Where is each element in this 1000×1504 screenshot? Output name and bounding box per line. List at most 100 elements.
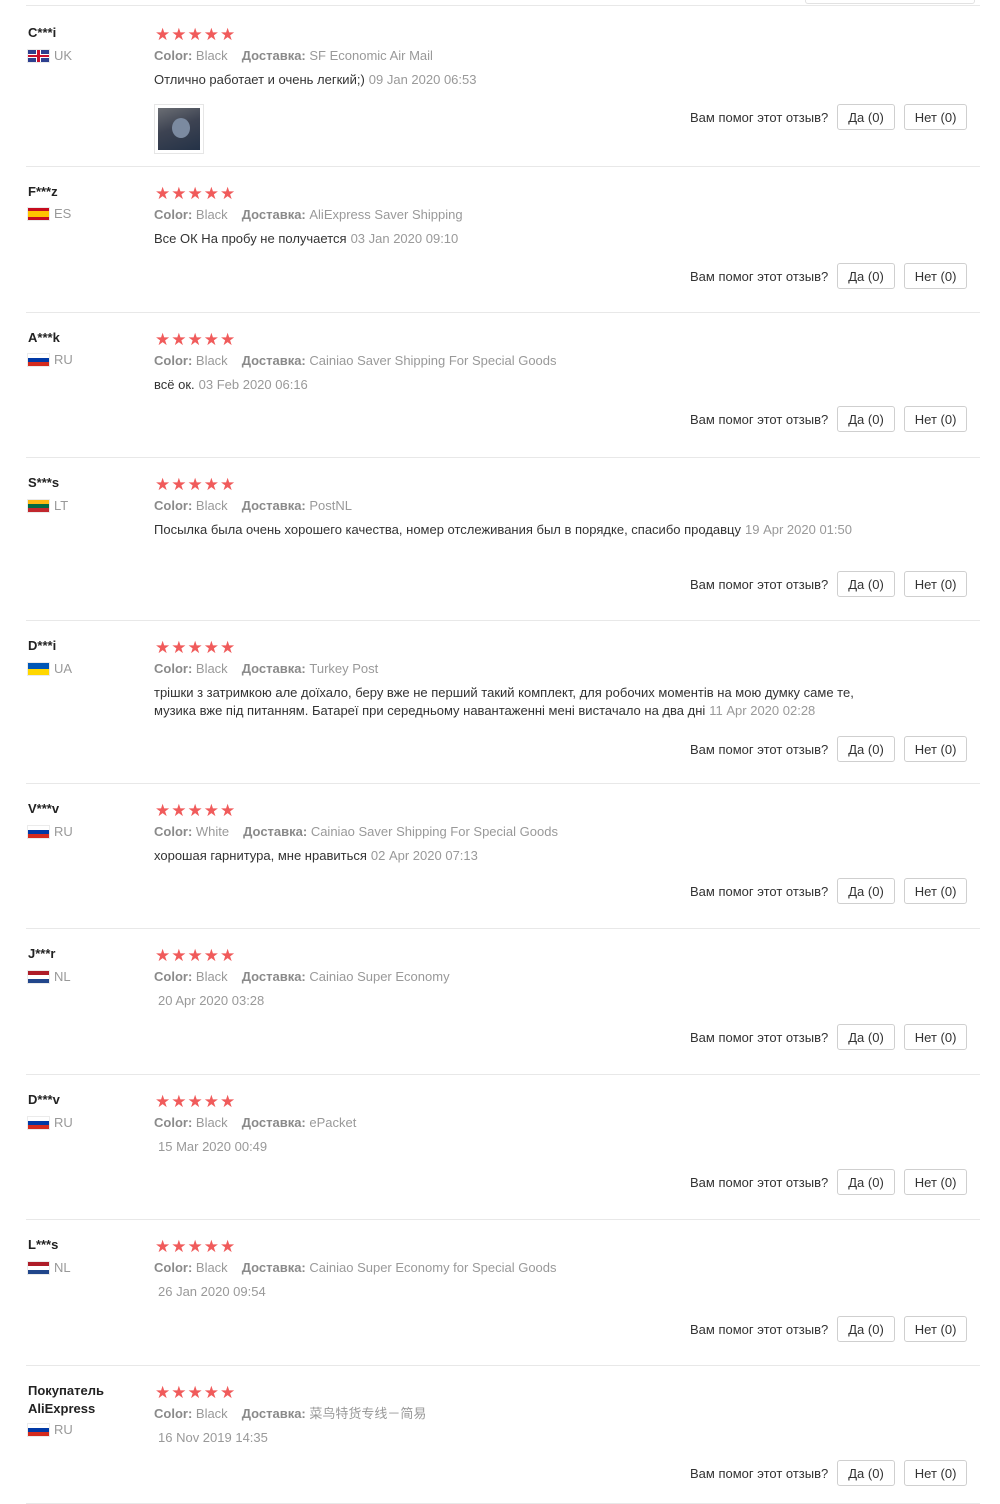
delivery-label: Доставка: [241,1115,306,1130]
color-label: Color: [154,48,193,63]
helpful-yes-button[interactable]: Да (0) [837,104,895,130]
country-code: UK [54,48,73,63]
product-attributes: Color: Black Доставка: AliExpress Saver S… [154,206,463,224]
review-date: 16 Nov 2019 14:35 [158,1430,268,1445]
review-text: хорошая гарнитура, мне нравиться 02 Apr 2… [154,847,876,865]
delivery-value: Cainiao Saver Shipping For Special Goods [307,824,558,839]
helpful-no-button[interactable]: Нет (0) [903,406,968,432]
reviewer-name: L***s [28,1237,59,1252]
delivery-label: Доставка: [241,969,306,984]
helpful-no-button[interactable]: Нет (0) [903,1169,968,1195]
color-label: Color: [154,353,193,368]
product-attributes: Color: Black Доставка: Cainiao Super Econ… [154,1259,557,1277]
reviewer-name: C***i [28,25,57,40]
flag-icon [28,499,49,512]
flag-icon [28,970,49,983]
product-attributes: Color: Black Доставка: PostNL [154,497,352,515]
helpful-no-button[interactable]: Нет (0) [903,736,968,762]
rating-stars: ★★★★★ [155,1383,237,1402]
delivery-value: Cainiao Super Economy for Special Goods [305,1260,557,1275]
product-attributes: Color: Black Доставка: ePacket [154,1114,356,1132]
helpful-vote: Вам помог этот отзыв? Да (0) Нет (0) [690,571,976,597]
flag-icon [28,825,49,838]
helpful-no-button[interactable]: Нет (0) [903,104,968,130]
review-date: 02 Apr 2020 07:13 [370,848,478,863]
color-label: Color: [154,1260,193,1275]
delivery-label: Доставка: [243,824,308,839]
country-code: RU [54,352,73,367]
rating-stars: ★★★★★ [155,638,237,657]
country-code: UA [54,661,73,676]
helpful-yes-button[interactable]: Да (0) [837,571,895,597]
color-label: Color: [154,1406,193,1421]
product-attributes: Color: Black Доставка: SF Economic Air Ma… [154,47,433,65]
helpful-yes-button[interactable]: Да (0) [837,1460,895,1486]
helpful-yes-button[interactable]: Да (0) [837,878,895,904]
helpful-question: Вам помог этот отзыв? [690,1174,829,1190]
helpful-no-button[interactable]: Нет (0) [903,1460,968,1486]
helpful-vote: Вам помог этот отзыв? Да (0) Нет (0) [690,104,976,130]
color-value: Black [192,1115,228,1130]
reviewer-country: RU [28,1422,73,1437]
review-date: 26 Jan 2020 09:54 [158,1284,266,1299]
color-value: Black [192,48,228,63]
review-item: J***r NL ★★★★★ Color: Black Доставка: Cainia… [0,929,1000,1075]
review-date: 03 Feb 2020 06:16 [198,377,308,392]
rating-stars: ★★★★★ [155,801,237,820]
flag-icon [28,353,49,366]
helpful-vote: Вам помог этот отзыв? Да (0) Нет (0) [690,263,976,289]
delivery-label: Доставка: [241,498,306,513]
color-label: Color: [154,824,193,839]
review-comment: Отлично работает и очень легкий;) [154,72,365,87]
rating-stars: ★★★★★ [155,1237,237,1256]
rating-stars: ★★★★★ [155,330,237,349]
flag-icon [28,1261,49,1274]
helpful-no-button[interactable]: Нет (0) [903,571,968,597]
delivery-label: Доставка: [241,661,306,676]
color-value: Black [192,1406,228,1421]
flag-icon [28,1423,49,1436]
helpful-vote: Вам помог этот отзыв? Да (0) Нет (0) [690,406,976,432]
review-comment: Все ОК На пробу не получается [154,231,347,246]
helpful-vote: Вам помог этот отзыв? Да (0) Нет (0) [690,736,976,762]
reviewer-name: J***r [28,946,56,961]
helpful-yes-button[interactable]: Да (0) [837,1169,895,1195]
flag-icon [28,207,49,220]
review-date: 15 Mar 2020 00:49 [158,1139,268,1154]
helpful-no-button[interactable]: Нет (0) [903,1316,968,1342]
review-comment: Посылка была очень хорошего качества, но… [154,522,741,537]
review-list: C***i UK ★★★★★ Color: Black Доставка: SF Eco… [0,0,1000,1504]
country-code: NL [54,969,71,984]
country-code: ES [54,206,72,221]
helpful-yes-button[interactable]: Да (0) [837,1316,895,1342]
color-label: Color: [154,1115,193,1130]
reviewer-name: V***v [28,801,60,816]
flag-icon [28,662,49,675]
helpful-no-button[interactable]: Нет (0) [903,1024,968,1050]
reviewer-country: NL [28,1260,71,1275]
helpful-no-button[interactable]: Нет (0) [903,878,968,904]
helpful-question: Вам помог этот отзыв? [690,883,829,899]
review-photo-thumbnail[interactable] [154,104,204,154]
helpful-yes-button[interactable]: Да (0) [837,263,895,289]
color-label: Color: [154,969,193,984]
delivery-value: 菜鸟特货专线－简易 [305,1406,427,1421]
helpful-yes-button[interactable]: Да (0) [837,736,895,762]
rating-stars: ★★★★★ [155,1092,237,1111]
country-code: RU [54,1422,73,1437]
product-attributes: Color: Black Доставка: 菜鸟特货专线－简易 [154,1405,426,1423]
rating-stars: ★★★★★ [155,25,237,44]
helpful-yes-button[interactable]: Да (0) [837,406,895,432]
helpful-yes-button[interactable]: Да (0) [837,1024,895,1050]
product-attributes: Color: Black Доставка: Cainiao Saver Ship… [154,352,557,370]
reviewer-country: UA [28,661,72,676]
flag-icon [28,1116,49,1129]
delivery-value: Cainiao Super Economy [305,969,450,984]
reviewer-country: RU [28,1115,73,1130]
color-value: Black [192,207,228,222]
color-value: Black [192,1260,228,1275]
review-item: V***v RU ★★★★★ Color: White Доставка: Cainia… [0,784,1000,929]
review-date: 19 Apr 2020 01:50 [745,522,852,537]
country-code: RU [54,1115,73,1130]
helpful-no-button[interactable]: Нет (0) [903,263,968,289]
